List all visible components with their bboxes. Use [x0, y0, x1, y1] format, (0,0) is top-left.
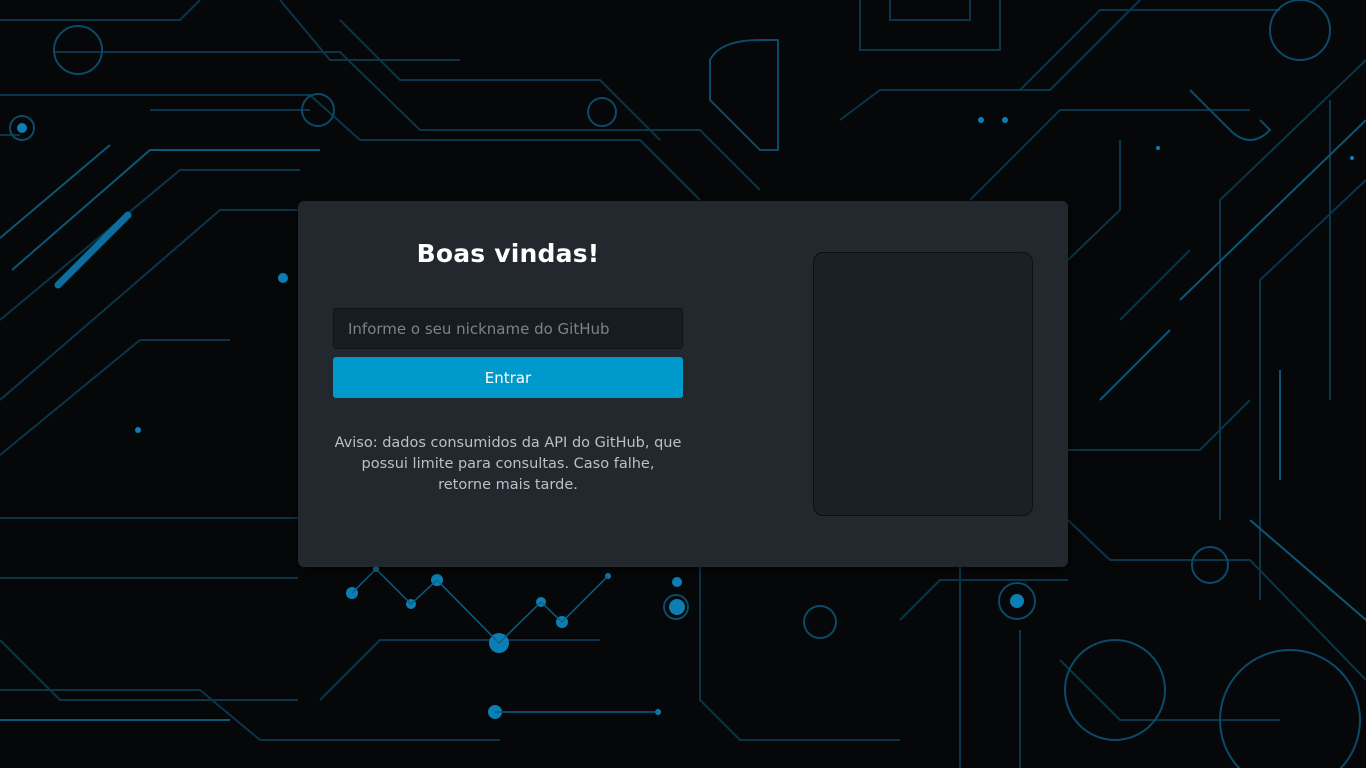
enter-button[interactable]: Entrar — [333, 357, 683, 398]
welcome-title: Boas vindas! — [416, 239, 600, 268]
github-nickname-input[interactable] — [333, 308, 683, 349]
api-limit-notice: Aviso: dados consumidos da API do GitHub… — [334, 435, 682, 493]
login-card: Boas vindas! Entrar Aviso: dados consumi… — [298, 201, 1068, 567]
profile-preview-box — [813, 252, 1033, 516]
